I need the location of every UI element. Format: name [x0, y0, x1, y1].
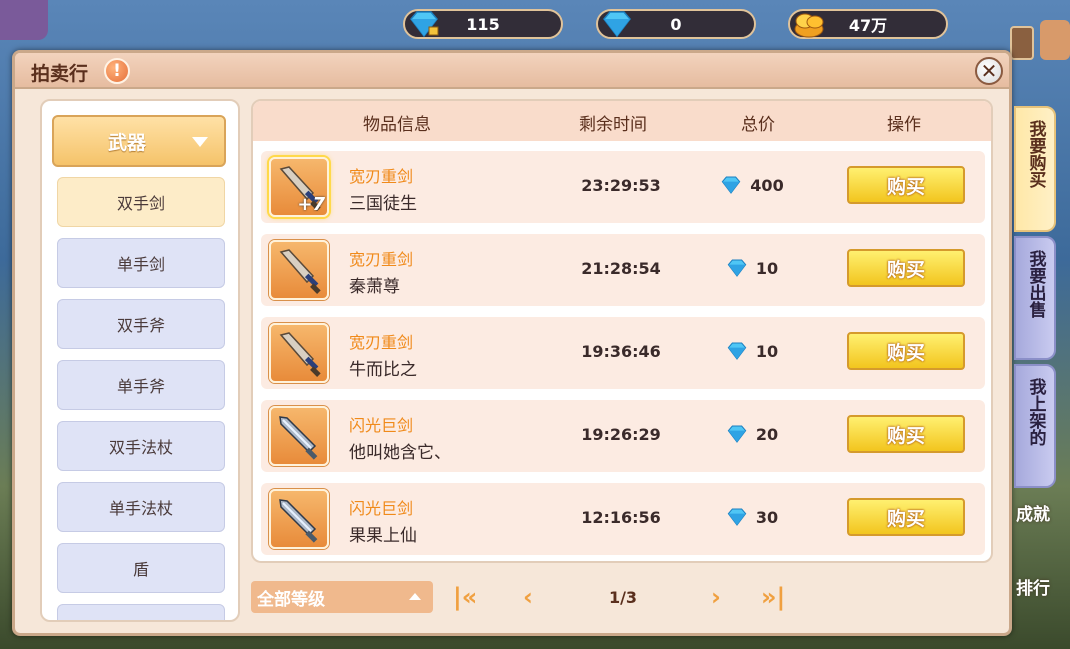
diamond-icon: [727, 342, 747, 360]
price-value: 400: [750, 175, 784, 195]
listing-row[interactable]: 闪光巨剑 果果上仙 12:16:56 30 购买: [261, 483, 985, 555]
buy-button[interactable]: 购买: [847, 415, 965, 453]
chevron-up-icon: [409, 593, 421, 600]
close-button[interactable]: ✕: [975, 57, 1003, 85]
diamond-icon: [727, 508, 747, 526]
category-dropdown-label: 武器: [107, 131, 146, 154]
price: 20: [701, 424, 801, 444]
price-value: 10: [755, 341, 779, 361]
header-total-price: 总价: [741, 115, 775, 135]
listing-row[interactable]: 闪光巨剑 他叫她含它、 19:26:29 20 购买: [261, 400, 985, 472]
tab-buy[interactable]: 我要购买: [1014, 106, 1056, 232]
buy-button[interactable]: 购买: [847, 332, 965, 370]
listing-panel: 物品信息 剩余时间 总价 操作 +7 宽刃重剑 三国徒生 23:29:53 40…: [251, 99, 993, 563]
price-value: 30: [755, 507, 779, 527]
item-name: 宽刃重剑: [349, 333, 414, 352]
header-action: 操作: [887, 115, 921, 135]
seller-name: 牛而比之: [349, 360, 417, 380]
diamond-icon: [727, 425, 747, 443]
diamond-icon: [727, 259, 747, 277]
item-name: 闪光巨剑: [349, 499, 414, 518]
achievement-label[interactable]: 成就: [1016, 500, 1050, 525]
price: 400: [701, 175, 801, 195]
broadsword-icon[interactable]: +7: [269, 157, 329, 217]
tab-my-listings[interactable]: 我上架的: [1014, 364, 1056, 488]
next-page-icon[interactable]: ›: [711, 583, 721, 611]
title-bar: 拍卖行 ! ✕: [15, 53, 1009, 89]
bound-diamond-value: 115: [466, 14, 500, 34]
seller-name: 三国徒生: [349, 194, 417, 214]
remaining-time: 23:29:53: [581, 176, 661, 195]
price-value: 10: [755, 258, 779, 278]
remaining-time: 21:28:54: [581, 259, 661, 278]
category-item-one-handed-staff[interactable]: 单手法杖: [57, 482, 225, 532]
category-item-two-handed-axe[interactable]: 双手斧: [57, 299, 225, 349]
price-value: 20: [755, 424, 779, 444]
greatsword-icon[interactable]: [269, 489, 329, 549]
gold-value: 47万: [848, 16, 888, 35]
seller-name: 果果上仙: [349, 526, 417, 546]
header-item-info: 物品信息: [363, 115, 431, 135]
window-title: 拍卖行: [31, 63, 89, 85]
category-item-two-handed-staff[interactable]: 双手法杖: [57, 421, 225, 471]
last-page-icon[interactable]: »|: [761, 583, 785, 611]
remaining-time: 19:26:29: [581, 425, 661, 444]
seller-name: 他叫她含它、: [349, 443, 451, 463]
diamond-icon: [721, 176, 741, 194]
diamond-counter: 0: [596, 9, 756, 39]
broadsword-icon[interactable]: [269, 323, 329, 383]
broadsword-icon[interactable]: [269, 240, 329, 300]
ranking-label[interactable]: 排行: [1016, 574, 1050, 599]
price: 10: [701, 341, 801, 361]
remaining-time: 12:16:56: [581, 508, 661, 527]
buy-button[interactable]: 购买: [847, 166, 965, 204]
greatsword-icon[interactable]: [269, 406, 329, 466]
first-page-icon[interactable]: |«: [453, 583, 477, 611]
seller-name: 秦萧尊: [349, 277, 400, 297]
prev-page-icon[interactable]: ‹: [523, 583, 533, 611]
page-indicator: 1/3: [608, 588, 638, 607]
info-warning-icon[interactable]: !: [104, 58, 130, 84]
level-filter-label: 全部等级: [257, 589, 325, 610]
listing-row[interactable]: 宽刃重剑 秦萧尊 21:28:54 10 购买: [261, 234, 985, 306]
listing-row[interactable]: 宽刃重剑 牛而比之 19:36:46 10 购买: [261, 317, 985, 389]
category-item-two-handed-sword[interactable]: 双手剑: [57, 177, 225, 227]
category-dropdown[interactable]: 武器: [52, 115, 226, 167]
category-item-one-handed-sword[interactable]: 单手剑: [57, 238, 225, 288]
price: 30: [701, 507, 801, 527]
tab-sell[interactable]: 我要出售: [1014, 236, 1056, 360]
header-remaining-time: 剩余时间: [579, 115, 647, 135]
category-item-shield[interactable]: 盾: [57, 543, 225, 593]
category-panel: 武器 双手剑 单手剑 双手斧 单手斧 双手法杖 单手法杖 盾: [40, 99, 240, 622]
buy-button[interactable]: 购买: [847, 249, 965, 287]
chevron-down-icon: [192, 137, 208, 147]
diamond-value: 0: [670, 14, 682, 34]
auction-window: 拍卖行 ! ✕ 武器 双手剑 单手剑 双手斧 单手斧 双手法杖 单手法杖 盾 物…: [12, 50, 1012, 636]
category-item-partial[interactable]: [57, 604, 225, 620]
enhance-level: +7: [297, 194, 325, 215]
item-name: 宽刃重剑: [349, 250, 414, 269]
listing-row[interactable]: +7 宽刃重剑 三国徒生 23:29:53 400 购买: [261, 151, 985, 223]
remaining-time: 19:36:46: [581, 342, 661, 361]
level-filter-select[interactable]: 全部等级: [251, 581, 433, 613]
buy-button[interactable]: 购买: [847, 498, 965, 536]
gold-counter: 47万: [788, 9, 948, 39]
bound-diamond-counter: 115: [403, 9, 563, 39]
listing-header: 物品信息 剩余时间 总价 操作: [253, 101, 991, 141]
item-name: 宽刃重剑: [349, 167, 414, 186]
category-item-one-handed-axe[interactable]: 单手斧: [57, 360, 225, 410]
price: 10: [701, 258, 801, 278]
item-name: 闪光巨剑: [349, 416, 414, 435]
